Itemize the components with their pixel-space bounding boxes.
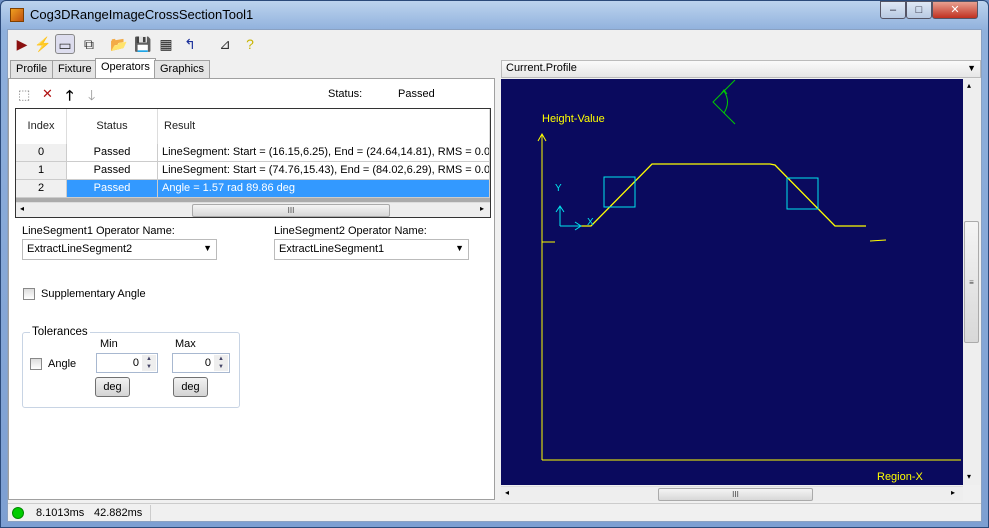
scroll-thumb[interactable]: ≡ (964, 221, 979, 343)
local-display-icon[interactable]: ⊿ (215, 34, 235, 54)
move-up-icon[interactable]: 🡑 (66, 85, 73, 109)
linesegment1-select[interactable]: ExtractLineSegment2 ▼ (22, 239, 217, 260)
table-row[interactable]: 0 Passed LineSegment: Start = (16.15,6.2… (16, 144, 490, 162)
tab-operators[interactable]: Operators (95, 58, 156, 79)
angle-graphic-icon (712, 79, 736, 125)
column-header-result[interactable]: Result (158, 109, 490, 144)
display-selector-value: Current.Profile (506, 62, 577, 74)
column-header-status[interactable]: Status (67, 109, 158, 144)
profile-display-canvas[interactable]: Height-Value Region-X Y X (501, 79, 963, 485)
angle-label: Angle (48, 358, 77, 370)
last-run-time: 8.1013ms (36, 507, 85, 519)
reset-icon[interactable]: ↰ (180, 34, 200, 54)
operators-grid: Index Status Result 0 Passed LineSegment… (15, 108, 491, 218)
max-angle-value: 0 (204, 357, 211, 369)
cell-result: LineSegment: Start = (74.76,15.43), End … (158, 162, 490, 180)
cell-status: Passed (67, 144, 158, 162)
add-operator-icon[interactable]: ⬚ (18, 87, 30, 103)
status-indicator-icon (12, 507, 24, 519)
display-vertical-scrollbar[interactable]: ▴ ≡ ▾ (963, 79, 980, 485)
supplementary-angle-checkbox[interactable] (23, 288, 35, 300)
status-label: Status: (328, 88, 363, 100)
save-settings-icon[interactable]: ▦ (156, 34, 176, 54)
cell-index: 1 (16, 162, 67, 180)
scroll-right-icon[interactable]: ▸ (480, 204, 484, 213)
maximize-button[interactable]: □ (906, 1, 932, 19)
max-unit-button[interactable]: deg (173, 377, 208, 397)
scroll-down-icon[interactable]: ▾ (967, 472, 971, 481)
electric-icon[interactable]: ⚡ (33, 34, 53, 54)
linesegment2-value: ExtractLineSegment1 (279, 243, 385, 255)
scroll-right-icon[interactable]: ▸ (951, 488, 955, 497)
tab-fixture[interactable]: Fixture (52, 60, 98, 78)
fixture-y-label: Y (555, 183, 562, 194)
fixture-axes-icon (555, 205, 582, 231)
cell-status: Passed (67, 180, 158, 198)
linesegment2-label: LineSegment2 Operator Name: (274, 225, 427, 237)
status-divider (150, 505, 151, 521)
status-bar: 8.1013ms 42.882ms (8, 503, 981, 521)
max-angle-input[interactable]: 0 ▲ ▼ (172, 353, 230, 373)
window-title: Cog3DRangeImageCrossSectionTool1 (30, 7, 254, 22)
y-axis-label: Height-Value (542, 113, 605, 125)
tab-graphics[interactable]: Graphics (154, 60, 211, 78)
display-horizontal-scrollbar[interactable]: ◂ III ▸ (501, 486, 963, 501)
min-angle-input[interactable]: 0 ▲ ▼ (96, 353, 158, 373)
minimize-button[interactable]: – (880, 1, 906, 19)
x-axis-label: Region-X (877, 471, 924, 483)
run-icon[interactable]: ▶ (12, 34, 32, 54)
help-icon[interactable]: ? (240, 34, 260, 54)
move-down-icon[interactable]: 🡓 (88, 85, 95, 109)
chevron-down-icon: ▼ (203, 243, 212, 253)
scroll-left-icon[interactable]: ◂ (20, 204, 24, 213)
scroll-left-icon[interactable]: ◂ (505, 488, 509, 497)
app-icon (10, 8, 24, 22)
spinner-arrows-icon[interactable]: ▲ ▼ (214, 355, 228, 371)
tab-profile[interactable]: Profile (10, 60, 54, 78)
close-button[interactable]: ✕ (932, 1, 978, 19)
scroll-up-icon[interactable]: ▴ (967, 81, 971, 90)
cell-index: 2 (16, 180, 67, 198)
floating-window-icon[interactable]: ⧉ (79, 34, 99, 54)
table-row-selected[interactable]: 2 Passed Angle = 1.57 rad 89.86 deg (16, 180, 490, 198)
column-header-index[interactable]: Index (16, 109, 67, 144)
cell-status: Passed (67, 162, 158, 180)
cell-index: 0 (16, 144, 67, 162)
fixture-x-label: X (587, 217, 594, 228)
chevron-down-icon: ▼ (455, 243, 464, 253)
spinner-arrows-icon[interactable]: ▲ ▼ (142, 355, 156, 371)
min-label: Min (100, 338, 118, 350)
total-time: 42.882ms (94, 507, 143, 519)
open-icon[interactable]: 📂 (109, 34, 129, 54)
grid-horizontal-scrollbar[interactable]: ◂ III ▸ (16, 202, 490, 217)
scroll-thumb[interactable]: III (658, 488, 813, 501)
save-icon[interactable]: 💾 (133, 34, 153, 54)
scroll-thumb[interactable]: III (192, 204, 390, 217)
line-segment1-region[interactable] (603, 176, 636, 208)
delete-icon[interactable]: ✕ (42, 86, 53, 102)
linesegment1-value: ExtractLineSegment2 (27, 243, 133, 255)
table-row[interactable]: 1 Passed LineSegment: Start = (74.76,15.… (16, 162, 490, 180)
linesegment2-select[interactable]: ExtractLineSegment1 ▼ (274, 239, 469, 260)
cell-result: Angle = 1.57 rad 89.86 deg (158, 180, 490, 198)
min-unit-button[interactable]: deg (95, 377, 130, 397)
cell-result: LineSegment: Start = (16.15,6.25), End =… (158, 144, 490, 162)
linesegment1-label: LineSegment1 Operator Name: (22, 225, 175, 237)
angle-tolerance-checkbox[interactable] (30, 358, 42, 370)
supplementary-angle-label: Supplementary Angle (41, 288, 146, 300)
min-angle-value: 0 (132, 357, 139, 369)
profile-line (580, 163, 866, 227)
display-selector[interactable]: Current.Profile ▼ (501, 60, 981, 78)
max-label: Max (175, 338, 196, 350)
tolerances-title: Tolerances (30, 326, 90, 338)
chevron-down-icon: ▼ (967, 63, 976, 73)
status-value: Passed (398, 88, 435, 100)
profile-fragment (869, 239, 887, 242)
show-panel-icon[interactable]: ▭ (55, 34, 75, 54)
profile-graphic: Height-Value Region-X Y X (537, 79, 961, 483)
